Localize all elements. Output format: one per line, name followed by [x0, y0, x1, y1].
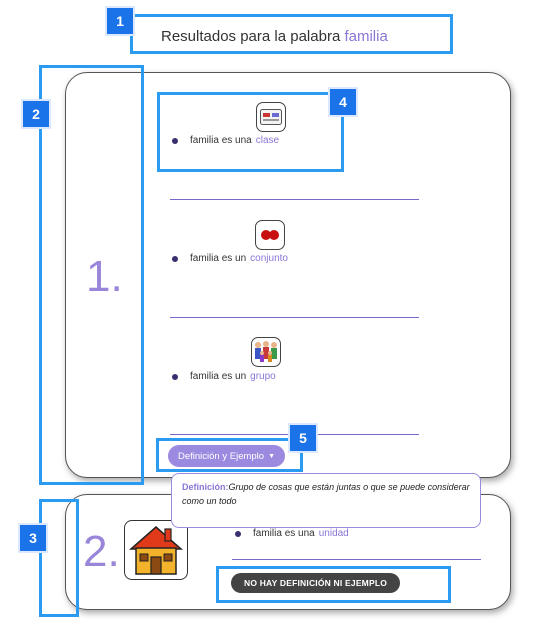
- people-group-icon: [251, 337, 281, 367]
- relation-row: familia es una unidad: [235, 528, 349, 539]
- result-rank-2: 2.: [83, 527, 120, 576]
- annotation-box-6: [216, 566, 451, 603]
- relation-row: familia es un conjunto: [172, 253, 288, 264]
- divider: [170, 317, 419, 318]
- relation-verb: es un: [221, 371, 247, 382]
- relation-link-grupo[interactable]: grupo: [250, 371, 276, 382]
- annotation-badge-5: 5: [290, 425, 316, 451]
- set-dots-icon: [255, 220, 285, 250]
- relation-verb: es un: [221, 253, 247, 264]
- relation-row: familia es un grupo: [172, 371, 276, 382]
- annotation-box-4: [157, 92, 344, 172]
- bullet-icon: [172, 255, 178, 262]
- house-icon: [124, 520, 188, 580]
- bullet-icon: [235, 530, 241, 537]
- annotation-box-3: [39, 499, 79, 617]
- divider: [232, 559, 481, 560]
- relation-subject: familia: [190, 253, 219, 264]
- definition-label: Definición:: [182, 482, 229, 492]
- annotation-box-5: [156, 438, 303, 472]
- definition-popover: Definición:Grupo de cosas que están junt…: [171, 473, 481, 528]
- annotation-box-2: [39, 65, 144, 485]
- annotation-badge-2: 2: [23, 101, 49, 127]
- relation-link-conjunto[interactable]: conjunto: [250, 253, 288, 264]
- relation-subject: familia: [190, 371, 219, 382]
- annotation-badge-1: 1: [107, 8, 133, 34]
- annotation-badge-3: 3: [20, 525, 46, 551]
- annotation-badge-4: 4: [330, 89, 356, 115]
- divider: [170, 199, 419, 200]
- bullet-icon: [172, 373, 178, 380]
- relation-link-unidad[interactable]: unidad: [319, 528, 349, 539]
- relation-verb: es una: [284, 528, 315, 539]
- annotation-box-1: [130, 14, 453, 54]
- relation-subject: familia: [253, 528, 282, 539]
